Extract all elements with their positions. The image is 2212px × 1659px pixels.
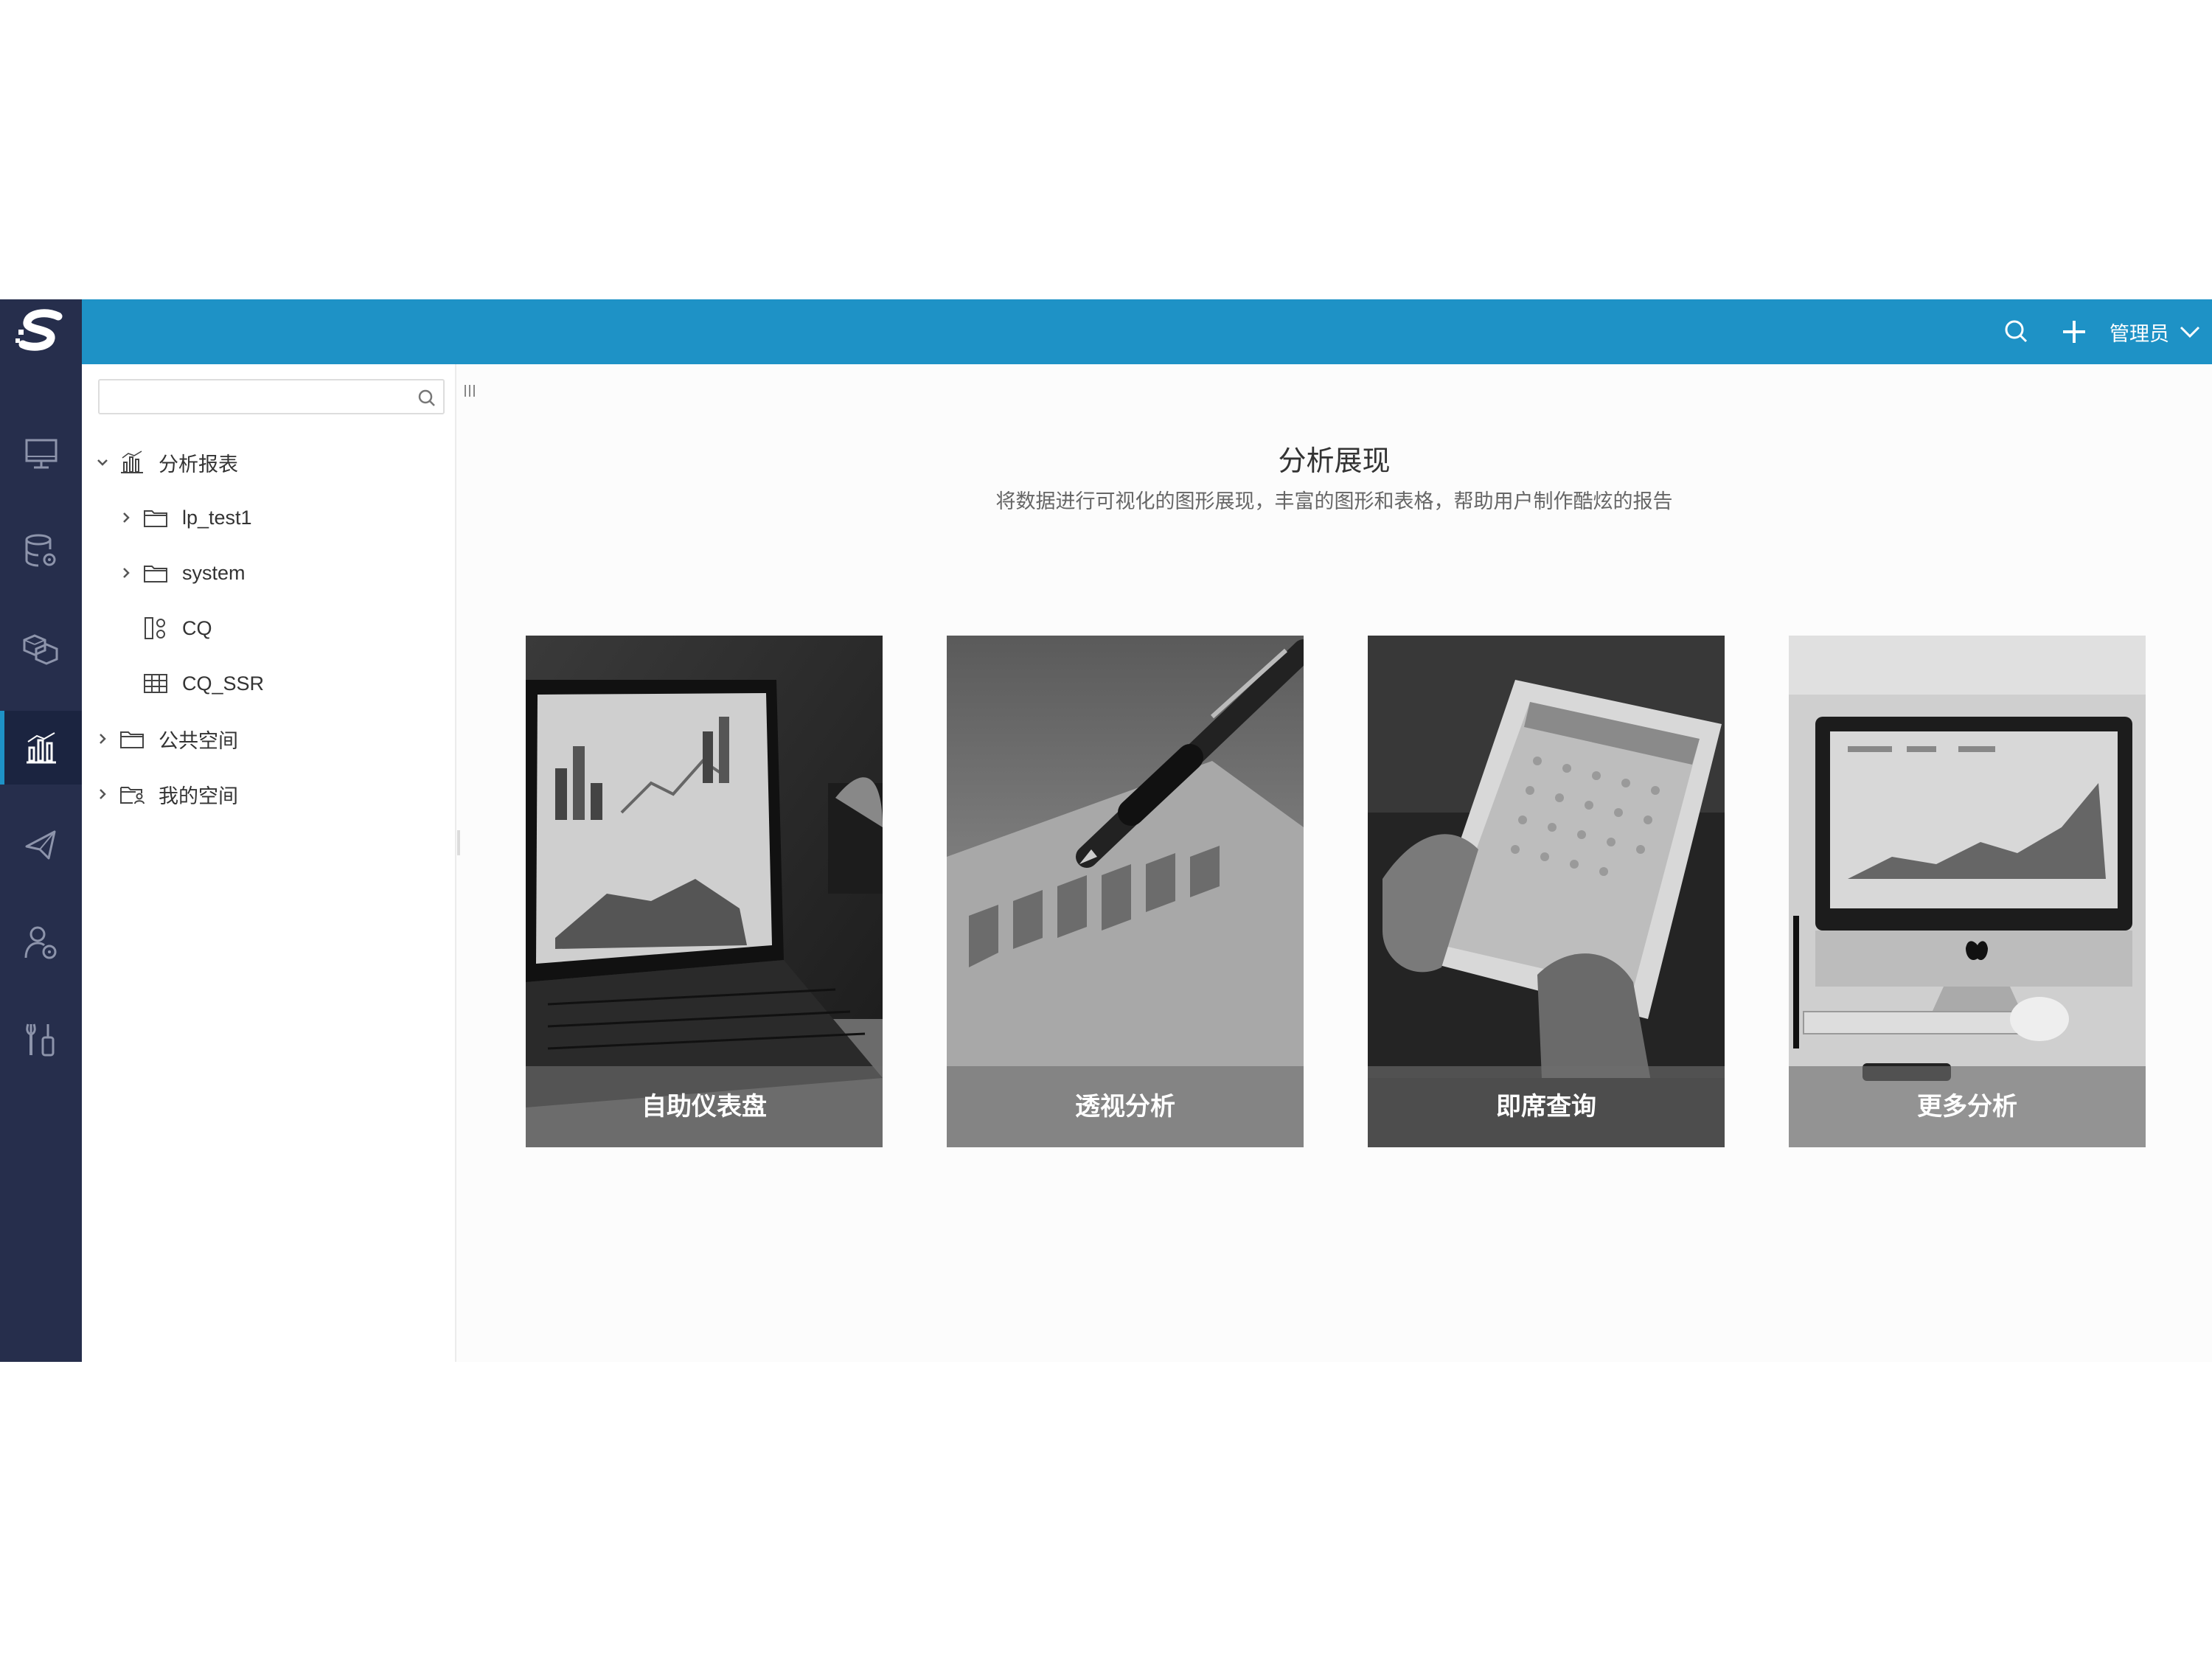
tree-node-lp-test1[interactable]: lp_test1	[117, 499, 252, 536]
nav-rail	[0, 364, 82, 1362]
cubes-icon	[23, 634, 58, 665]
tools-icon	[25, 1023, 54, 1057]
logo-icon	[15, 309, 62, 351]
combined-query-icon	[142, 615, 169, 641]
rail-item-monitor[interactable]	[0, 417, 82, 491]
folder-icon	[142, 560, 169, 586]
page-title: 分析展现	[1278, 445, 1391, 477]
rail-item-data-source[interactable]	[0, 515, 82, 588]
tree-node-label: system	[182, 561, 246, 584]
user-folder-icon	[119, 781, 145, 807]
tree-node-label: 分析报表	[159, 453, 238, 476]
search-icon	[2005, 320, 2028, 343]
table-icon	[142, 670, 169, 697]
tree-node-my-space[interactable]: 我的空间	[94, 776, 238, 813]
resource-tree-panel: 分析报表 lp_test1 system CQ CQ_SSR 公共空间 我的空间	[82, 364, 456, 1362]
user-name[interactable]: 管理员	[2110, 318, 2169, 347]
main-content: 分析展现 将数据进行可视化的图形展现，丰富的图形和表格，帮助用户制作酷炫的报告	[456, 364, 2212, 1362]
tree-node-system[interactable]: system	[117, 554, 246, 591]
add-button[interactable]	[2059, 317, 2089, 347]
tree-search-input[interactable]	[105, 383, 403, 411]
chevron-right-icon[interactable]	[117, 566, 135, 580]
rail-item-users[interactable]	[0, 905, 82, 979]
app-window: 管理员 分析报表 lp_test1 system CQ CQ_SSR 公共空间 …	[0, 299, 2212, 1362]
folder-icon	[142, 504, 169, 531]
analysis-report-icon	[26, 732, 56, 764]
tree-node-label: CQ	[182, 616, 212, 639]
top-bar: 管理员	[0, 299, 2212, 364]
tree-node-label: 我的空间	[159, 785, 238, 807]
chevron-right-icon[interactable]	[94, 732, 111, 745]
bar-chart-icon	[119, 449, 145, 476]
tree-search-box[interactable]	[98, 379, 445, 414]
tree-node-label: lp_test1	[182, 506, 252, 529]
card-label: 即席查询	[1368, 1066, 1725, 1147]
card-label: 透视分析	[947, 1066, 1304, 1147]
tree-node-analysis-reports[interactable]: 分析报表	[94, 444, 238, 481]
search-button[interactable]	[2002, 317, 2031, 347]
tree-node-public-space[interactable]: 公共空间	[94, 720, 238, 757]
database-settings-icon	[25, 534, 55, 567]
rail-item-analysis[interactable]	[0, 711, 82, 785]
tree-node-label: 公共空间	[159, 729, 238, 752]
chevron-right-icon[interactable]	[117, 511, 135, 524]
collapse-panel-handle[interactable]	[463, 383, 476, 401]
grip-icon	[465, 385, 475, 397]
tree-node-label: CQ_SSR	[182, 672, 265, 695]
card-label: 更多分析	[1789, 1066, 2146, 1147]
rail-item-publish[interactable]	[0, 808, 82, 882]
chevron-down-icon	[2180, 326, 2200, 338]
tree-node-cq-ssr[interactable]: CQ_SSR	[142, 665, 264, 702]
plus-icon	[2063, 321, 2085, 343]
chevron-down-icon[interactable]	[94, 456, 111, 469]
search-icon[interactable]	[417, 388, 437, 408]
tree-node-cq[interactable]: CQ	[142, 610, 212, 647]
page-subtitle: 将数据进行可视化的图形展现，丰富的图形和表格，帮助用户制作酷炫的报告	[995, 490, 1673, 513]
logo[interactable]	[0, 299, 82, 364]
folder-icon	[119, 726, 145, 752]
card-label: 自助仪表盘	[526, 1066, 883, 1147]
user-settings-icon	[24, 926, 56, 959]
user-menu-button[interactable]	[2178, 320, 2202, 344]
chevron-right-icon[interactable]	[94, 787, 111, 801]
send-icon	[25, 830, 55, 860]
card-self-service-dashboard[interactable]: 自助仪表盘	[526, 636, 883, 1147]
monitor-icon	[25, 439, 57, 469]
card-adhoc-query[interactable]: 即席查询	[1368, 636, 1725, 1147]
card-pivot-analysis[interactable]: 透视分析	[947, 636, 1304, 1147]
rail-item-tools[interactable]	[0, 1003, 82, 1077]
card-more-analysis[interactable]: 更多分析	[1789, 636, 2146, 1147]
rail-item-data-model[interactable]	[0, 612, 82, 686]
